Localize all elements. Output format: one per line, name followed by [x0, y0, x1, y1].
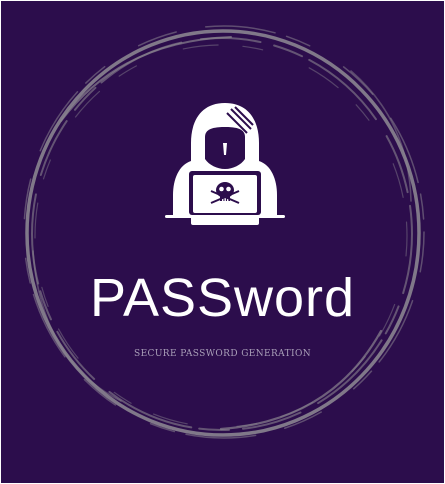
brand-title: PASSword	[89, 268, 356, 328]
hacker-icon	[165, 103, 285, 225]
brand-tagline: SECURE PASSWORD GENERATION	[134, 349, 311, 359]
logo-canvas: PASSword SECURE PASSWORD GENERATION	[1, 1, 444, 483]
brush-ring-icon	[23, 25, 425, 439]
